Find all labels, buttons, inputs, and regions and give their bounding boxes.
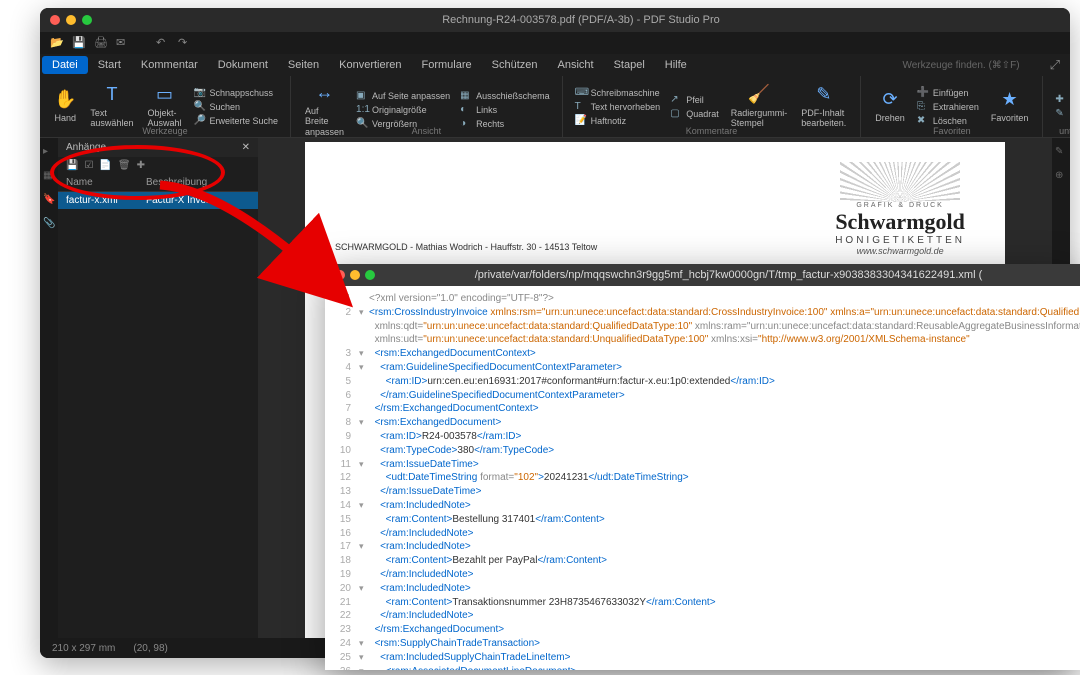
maximize-icon[interactable] <box>365 270 375 280</box>
fit-page-tool[interactable]: ▣Auf Seite anpassen <box>352 89 454 102</box>
open-icon[interactable]: 📂 <box>50 36 64 50</box>
redo-icon[interactable]: ↷ <box>178 36 192 50</box>
original-size-tool[interactable]: 1:1Originalgröße <box>352 103 454 116</box>
xml-editor-window: /private/var/folders/np/mqqswchn3r9gg5mf… <box>325 264 1080 670</box>
maximize-icon[interactable] <box>82 15 92 25</box>
panel-title: Anhänge <box>66 142 106 153</box>
mail-icon[interactable]: ✉ <box>116 36 130 50</box>
menu-schützen[interactable]: Schützen <box>482 56 548 74</box>
undo-icon[interactable]: ↶ <box>156 36 170 50</box>
left-strip: ▸ ▦ 🔖 📎 <box>40 138 58 638</box>
print-icon[interactable]: 🖨 <box>94 36 108 50</box>
close-icon[interactable] <box>50 15 60 25</box>
expand-icon[interactable]: ⤢ <box>1050 57 1068 73</box>
tab-icon[interactable]: ▸ <box>43 146 55 158</box>
bookmark-icon[interactable]: 🔖 <box>43 194 55 206</box>
window-title: Rechnung-R24-003578.pdf (PDF/A-3b) - PDF… <box>102 14 1060 26</box>
titlebar: Rechnung-R24-003578.pdf (PDF/A-3b) - PDF… <box>40 8 1070 32</box>
new-sign-tool[interactable]: ✚Neu anlegen <box>1051 93 1070 106</box>
extract-tool[interactable]: ⎘Extrahieren <box>913 100 983 113</box>
menu-dokument[interactable]: Dokument <box>208 56 278 74</box>
col-name[interactable]: Name <box>66 177 146 188</box>
company-logo: GRAFIK & DRUCK Schwarmgold HONIGETIKETTE… <box>835 162 965 256</box>
insert-tool[interactable]: ➕Einfügen <box>913 86 983 99</box>
minimize-icon[interactable] <box>66 15 76 25</box>
attachment-row[interactable]: factur-x.xml Factur-X Invoice <box>58 192 258 209</box>
menu-kommentar[interactable]: Kommentar <box>131 56 208 74</box>
typewriter-tool[interactable]: ⌨Schreibmaschine <box>571 86 665 99</box>
menu-hilfe[interactable]: Hilfe <box>655 56 697 74</box>
pages-icon[interactable]: ▦ <box>43 170 55 182</box>
menu-start[interactable]: Start <box>88 56 131 74</box>
arrow-tool[interactable]: ↗Pfeil <box>666 93 723 106</box>
xml-content[interactable]: 1<?xml version="1.0" encoding="UTF-8"?>2… <box>325 286 1080 670</box>
tool-search[interactable]: Werkzeuge finden. (⌘⇧F) <box>902 60 1049 71</box>
menu-datei[interactable]: Datei <box>42 56 88 74</box>
close-icon[interactable] <box>335 270 345 280</box>
menu-formulare[interactable]: Formulare <box>412 56 482 74</box>
minimize-icon[interactable] <box>350 270 360 280</box>
square-tool[interactable]: ▢Quadrat <box>666 107 723 120</box>
attach-toolbar: 💾☑📄🗑✚ <box>58 157 258 174</box>
menu-konvertieren[interactable]: Konvertieren <box>329 56 411 74</box>
schema-tool[interactable]: ▦Ausschießschema <box>456 89 554 102</box>
quick-access-toolbar: 📂 💾 🖨 ✉ ↶ ↷ <box>40 32 1070 54</box>
xml-title: /private/var/folders/np/mqqswchn3r9gg5mf… <box>387 269 1070 281</box>
menu-seiten[interactable]: Seiten <box>278 56 329 74</box>
highlight-tool[interactable]: TText hervorheben <box>571 100 665 113</box>
search-tool[interactable]: 🔍Suchen <box>189 100 282 113</box>
ribbon: ✋Hand TText auswählen ▭Objekt-Auswahl 📷S… <box>40 76 1070 138</box>
close-panel-icon[interactable]: ✕ <box>242 142 250 153</box>
page-dimensions: 210 x 297 mm <box>52 643 115 654</box>
attachment-icon[interactable]: 📎 <box>43 218 55 230</box>
menubar: DateiStartKommentarDokumentSeitenKonvert… <box>40 54 1070 76</box>
attachments-panel: Anhänge ✕ 💾☑📄🗑✚ Name Beschreibung factur… <box>58 138 258 638</box>
save-icon[interactable]: 💾 <box>72 36 86 50</box>
snapshot-tool[interactable]: 📷Schnappschuss <box>189 86 282 99</box>
menu-stapel[interactable]: Stapel <box>604 56 655 74</box>
links-tool[interactable]: ◐Links <box>456 103 554 116</box>
menu-ansicht[interactable]: Ansicht <box>548 56 604 74</box>
col-desc[interactable]: Beschreibung <box>146 177 207 188</box>
cursor-coords: (20, 98) <box>133 643 167 654</box>
